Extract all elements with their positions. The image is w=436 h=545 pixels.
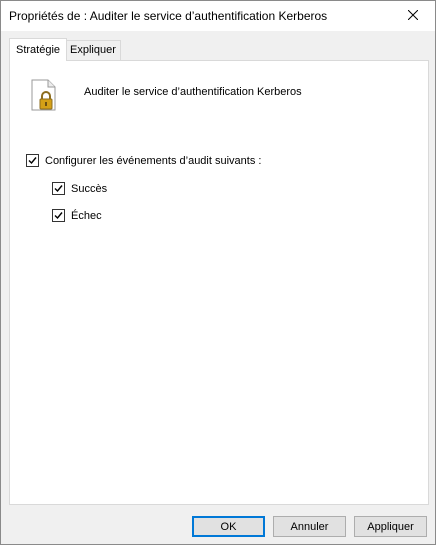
checkbox-box[interactable] (52, 209, 65, 222)
success-checkbox[interactable]: Succès (52, 182, 107, 195)
dialog-footer: OK Annuler Appliquer (1, 504, 435, 544)
configure-audit-label: Configurer les événements d’audit suivan… (45, 154, 262, 167)
properties-dialog: Propriétés de : Auditer le service d’aut… (0, 0, 436, 545)
checkbox-box[interactable] (26, 154, 39, 167)
failure-label: Échec (71, 209, 102, 222)
document-lock-icon (28, 78, 62, 112)
close-button[interactable] (391, 1, 435, 31)
tab-panel-strategie: Auditer le service d’authentification Ke… (9, 60, 429, 505)
failure-checkbox[interactable]: Échec (52, 209, 102, 222)
apply-button[interactable]: Appliquer (354, 516, 427, 537)
configure-audit-checkbox[interactable]: Configurer les événements d’audit suivan… (26, 154, 261, 167)
title-bar[interactable]: Propriétés de : Auditer le service d’aut… (1, 1, 435, 31)
checkbox-box[interactable] (52, 182, 65, 195)
window-title: Propriétés de : Auditer le service d’aut… (9, 9, 328, 23)
tab-strategie[interactable]: Stratégie (9, 38, 68, 61)
ok-button[interactable]: OK (192, 516, 265, 537)
policy-name: Auditer le service d’authentification Ke… (84, 86, 302, 98)
close-icon (407, 9, 419, 23)
cancel-button[interactable]: Annuler (273, 516, 346, 537)
tab-expliquer[interactable]: Expliquer (65, 40, 121, 60)
success-label: Succès (71, 182, 108, 195)
